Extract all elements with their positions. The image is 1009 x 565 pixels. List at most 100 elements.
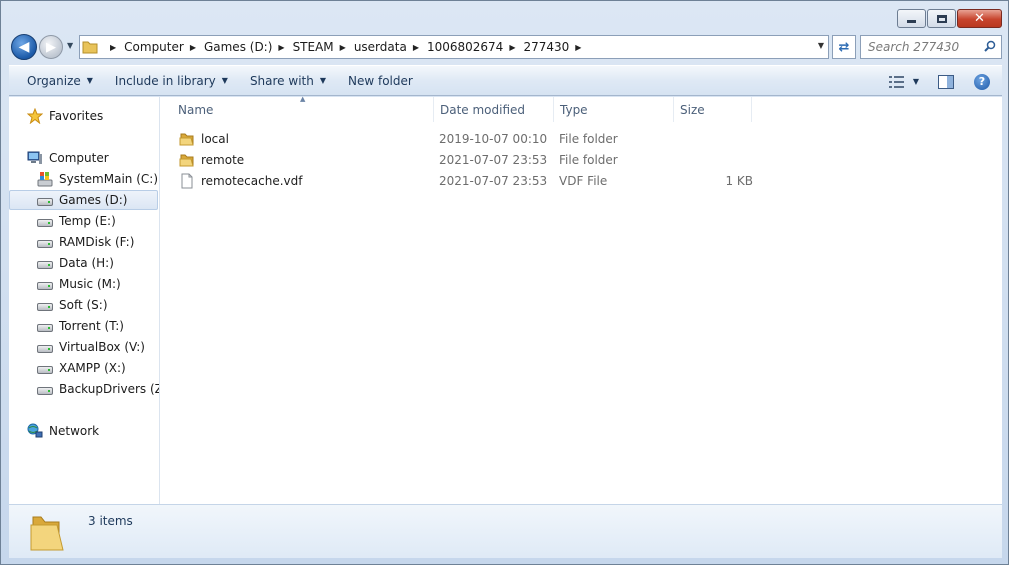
sidebar-item-drive[interactable]: XAMPP (X:) xyxy=(37,358,126,378)
sidebar-item-drive[interactable]: BackupDrivers (Z:) xyxy=(37,379,159,399)
drive-icon xyxy=(37,297,53,313)
sidebar-item-label: Favorites xyxy=(49,109,104,123)
sidebar-item-computer[interactable]: Computer xyxy=(27,148,109,168)
column-header-label: Type xyxy=(560,102,588,117)
sidebar-item-drive[interactable]: Data (H:) xyxy=(37,253,114,273)
file-row[interactable]: remotecache.vdf 2021-07-07 23:53 VDF File 1… xyxy=(169,170,753,191)
breadcrumb-separator-icon[interactable]: ▶ xyxy=(575,43,581,52)
maximize-button[interactable] xyxy=(927,9,956,28)
sidebar-item-drive[interactable]: Temp (E:) xyxy=(37,211,116,231)
address-history-dropdown[interactable]: ▼ xyxy=(818,41,824,50)
sidebar-item-drive[interactable]: VirtualBox (V:) xyxy=(37,337,145,357)
drive-icon xyxy=(37,360,53,376)
breadcrumb-item[interactable]: ▶ 1006802674 xyxy=(407,40,504,54)
recent-pages-dropdown[interactable]: ▼ xyxy=(67,41,73,50)
breadcrumb-item[interactable]: ▶ userdata xyxy=(334,40,407,54)
address-bar[interactable]: ▶ Computer ▶ Games (D:) ▶ STEAM ▶ userdata ▶ 1006… xyxy=(79,35,829,59)
sidebar-item-network[interactable]: Network xyxy=(27,421,99,441)
drive-icon xyxy=(37,381,53,397)
network-icon xyxy=(27,423,43,438)
sidebar-item-drive[interactable]: SystemMain (C:) xyxy=(37,169,158,189)
navigation-pane[interactable]: Favorites Computer SystemMain (C:) Games … xyxy=(9,97,160,504)
item-count: 3 items xyxy=(88,514,133,528)
change-view-button[interactable]: ▼ xyxy=(884,70,924,94)
breadcrumb-label[interactable]: Games (D:) xyxy=(204,40,272,54)
file-type: File folder xyxy=(559,152,618,167)
breadcrumb-item[interactable]: ▶ Games (D:) xyxy=(184,40,273,54)
drive-icon xyxy=(37,339,53,355)
file-type: VDF File xyxy=(559,173,608,188)
organize-label: Organize xyxy=(27,73,81,88)
close-icon: ✕ xyxy=(974,11,985,26)
sidebar-item-drive[interactable]: RAMDisk (F:) xyxy=(37,232,134,252)
breadcrumb-separator-icon[interactable]: ▶ xyxy=(110,43,116,52)
computer-icon xyxy=(27,151,42,164)
column-header-label: Size xyxy=(680,102,705,117)
breadcrumb-separator-icon[interactable]: ▶ xyxy=(190,43,196,52)
breadcrumb: ▶ Computer ▶ Games (D:) ▶ STEAM ▶ userdata ▶ 1006… xyxy=(104,40,589,54)
content-area: Favorites Computer SystemMain (C:) Games … xyxy=(9,95,1002,504)
sidebar-item-drive[interactable]: Music (M:) xyxy=(37,274,121,294)
column-header-date-modified[interactable]: Date modified xyxy=(434,97,554,122)
help-icon: ? xyxy=(974,73,990,90)
breadcrumb-separator-icon[interactable]: ▶ xyxy=(413,43,419,52)
breadcrumb-label[interactable]: userdata xyxy=(354,40,407,54)
drive-icon xyxy=(37,213,53,229)
new-folder-button[interactable]: New folder xyxy=(339,69,422,93)
column-header-size[interactable]: Size xyxy=(674,97,752,122)
sidebar-item-label: Games (D:) xyxy=(59,193,128,207)
breadcrumb-label[interactable]: Computer xyxy=(124,40,184,54)
breadcrumb-separator-icon[interactable]: ▶ xyxy=(340,43,346,52)
preview-pane-button[interactable] xyxy=(932,70,960,94)
file-list[interactable]: ▲ Name Date modified Type Size local 2019… xyxy=(161,95,1002,504)
breadcrumb-label[interactable]: STEAM xyxy=(293,40,334,54)
file-name: local xyxy=(201,131,229,146)
breadcrumb-separator-icon[interactable]: ▶ xyxy=(278,43,284,52)
breadcrumb-label[interactable]: 1006802674 xyxy=(427,40,503,54)
folder-icon xyxy=(82,41,98,54)
file-name: remote xyxy=(201,152,245,167)
share-with-button[interactable]: Share with ▼ xyxy=(241,69,335,93)
file-date: 2021-07-07 23:53 xyxy=(439,173,548,188)
chevron-down-icon: ▼ xyxy=(912,77,920,86)
chevron-down-icon: ▼ xyxy=(221,76,228,85)
minimize-button[interactable] xyxy=(897,9,926,28)
column-header-name[interactable]: Name xyxy=(172,97,434,122)
new-folder-label: New folder xyxy=(348,73,413,88)
column-header-label: Date modified xyxy=(440,102,526,117)
sidebar-item-label: Computer xyxy=(49,151,109,165)
organize-button[interactable]: Organize ▼ xyxy=(18,69,102,93)
folder-icon xyxy=(30,516,64,551)
file-row[interactable]: local 2019-10-07 00:10 File folder xyxy=(169,128,749,149)
minimize-icon xyxy=(907,20,916,23)
sidebar-item-label: Data (H:) xyxy=(59,256,114,270)
help-button[interactable]: ? xyxy=(968,70,996,94)
file-type: File folder xyxy=(559,131,618,146)
maximize-icon xyxy=(936,14,947,23)
refresh-button[interactable]: ⇄ xyxy=(832,35,856,59)
sidebar-item-label: VirtualBox (V:) xyxy=(59,340,145,354)
breadcrumb-item[interactable]: ▶ 277430 ▶ xyxy=(503,40,589,54)
sidebar-item-drive[interactable]: Soft (S:) xyxy=(37,295,108,315)
file-date: 2021-07-07 23:53 xyxy=(439,152,548,167)
command-bar: Organize ▼ Include in library ▼ Share with… xyxy=(9,65,1002,96)
sidebar-item-drive[interactable]: Games (D:) xyxy=(9,190,158,210)
breadcrumb-separator-icon[interactable]: ▶ xyxy=(509,43,515,52)
file-row[interactable]: remote 2021-07-07 23:53 File folder xyxy=(169,149,749,170)
include-in-library-button[interactable]: Include in library ▼ xyxy=(106,69,237,93)
search-input[interactable] xyxy=(868,40,978,54)
preview-pane-icon xyxy=(938,74,954,89)
search-box[interactable] xyxy=(860,35,1002,59)
breadcrumb-item[interactable]: ▶ STEAM xyxy=(272,40,333,54)
sidebar-item-favorites[interactable]: Favorites xyxy=(27,106,103,126)
back-button[interactable]: ◀ xyxy=(11,34,37,60)
details-view-icon xyxy=(888,75,904,88)
window-controls: ✕ xyxy=(897,9,1002,28)
sidebar-item-drive[interactable]: Torrent (T:) xyxy=(37,316,124,336)
forward-button[interactable]: ▶ xyxy=(39,35,63,59)
column-header-type[interactable]: Type xyxy=(554,97,674,122)
breadcrumb-label[interactable]: 277430 xyxy=(523,40,569,54)
details-pane: 3 items xyxy=(9,504,1002,558)
close-button[interactable]: ✕ xyxy=(957,9,1002,28)
breadcrumb-item[interactable]: ▶ Computer xyxy=(104,40,184,54)
